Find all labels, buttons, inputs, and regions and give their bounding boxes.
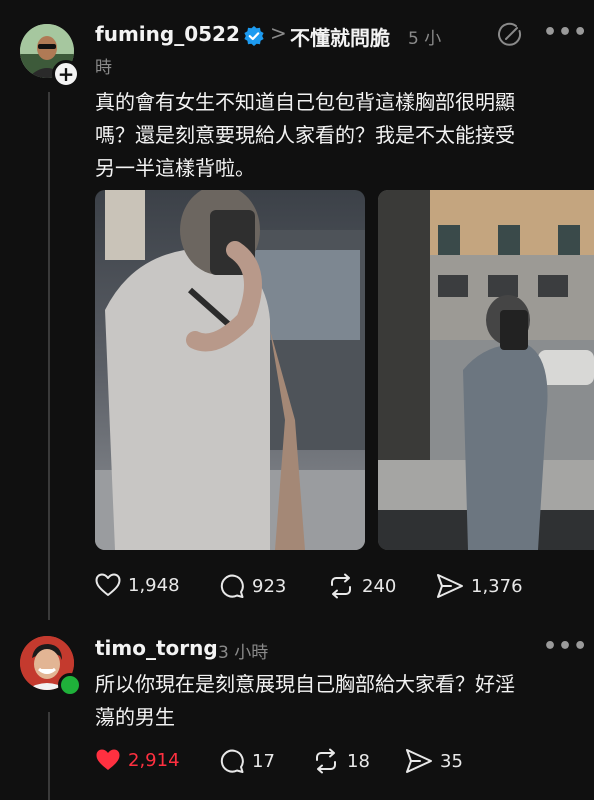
share-button[interactable]: 1,376 [436, 573, 523, 599]
reply-text-line: 所以你現在是刻意展現自己胸部給大家看？好淫 [95, 672, 515, 696]
repost-icon [331, 573, 351, 599]
reply-text-line: 蕩的男生 [95, 705, 175, 729]
post-photo-2[interactable] [378, 190, 594, 550]
topic-separator: > [270, 21, 287, 45]
post-text-line: 嗎？還是刻意要現給人家看的？我是不太能接受 [95, 123, 515, 147]
reply-comment-count: 17 [252, 750, 275, 772]
post-more-icon[interactable]: ••• [543, 20, 588, 45]
post-text-line: 真的會有女生不知道自己包包背這樣胸部很明顯 [95, 90, 515, 114]
send-icon [437, 574, 463, 598]
slash-circle-icon[interactable] [497, 22, 523, 48]
verified-badge-icon [244, 26, 264, 46]
repost-icon [316, 748, 336, 774]
comment-icon [220, 574, 244, 598]
topic-tag[interactable]: 不懂就問脆 [290, 22, 390, 51]
reply-thread-line [48, 712, 50, 800]
like-button[interactable]: 1,948 [95, 573, 180, 597]
post-username[interactable]: fuming_0522 [95, 22, 240, 46]
heart-icon [95, 573, 121, 596]
thread-line [48, 92, 50, 620]
follow-plus-icon[interactable]: + [52, 60, 80, 88]
repost-button[interactable]: 240 [327, 573, 396, 599]
post-text-line: 另一半這樣背啦。 [95, 156, 255, 180]
reply-share-count: 35 [440, 750, 463, 772]
reply-text: 所以你現在是刻意展現自己胸部給大家看？好淫 蕩的男生 [95, 668, 575, 734]
send-icon [406, 749, 432, 773]
reply-comment-button[interactable]: 17 [219, 748, 275, 774]
reply-username[interactable]: timo_torng [95, 636, 218, 660]
reply-repost-button[interactable]: 18 [312, 748, 370, 774]
comment-icon [220, 749, 244, 773]
reply-like-count: 2,914 [128, 749, 180, 771]
post-text: 真的會有女生不知道自己包包背這樣胸部很明顯 嗎？還是刻意要現給人家看的？我是不太… [95, 86, 575, 185]
reply-time: 3 小時 [218, 643, 269, 663]
comment-count: 923 [252, 575, 287, 597]
reply-repost-count: 18 [347, 750, 370, 772]
reply-more-icon[interactable]: ••• [543, 634, 588, 659]
heart-filled-icon [96, 749, 120, 770]
share-count: 1,376 [471, 575, 523, 597]
post-time-cont: 時 [95, 58, 112, 78]
post-time: 5 小 [408, 29, 442, 49]
post-photo-1[interactable] [95, 190, 365, 550]
reply-share-button[interactable]: 35 [405, 748, 463, 774]
comment-button[interactable]: 923 [219, 573, 286, 599]
like-count: 1,948 [128, 574, 180, 596]
online-status-dot [58, 673, 82, 697]
repost-count: 240 [362, 575, 397, 597]
reply-like-button[interactable]: 2,914 [95, 748, 180, 772]
